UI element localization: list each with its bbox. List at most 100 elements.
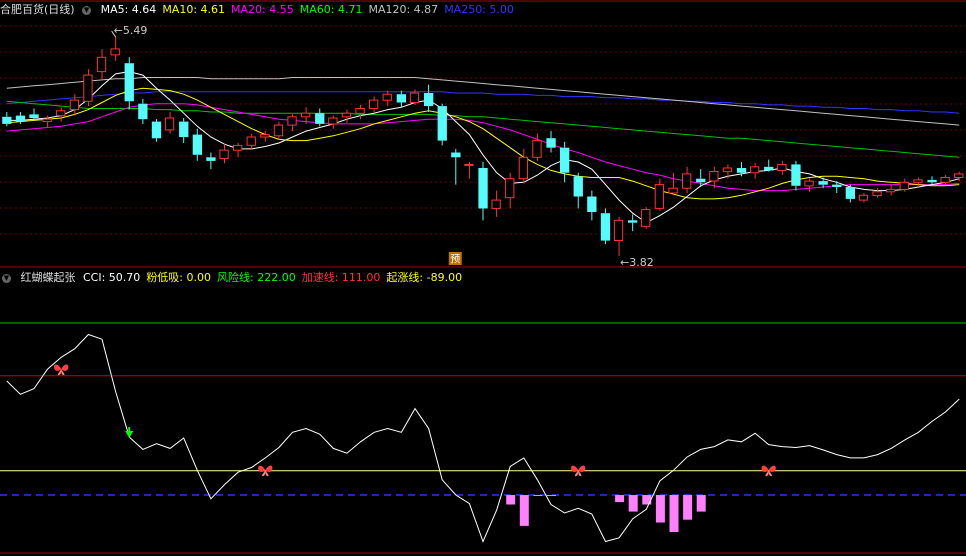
candle-down — [124, 57, 134, 110]
candle-down — [600, 208, 611, 245]
candle-up — [328, 115, 338, 129]
forecast-badge-label: 预 — [450, 254, 460, 266]
main_panel-label: MA20: 4.55 — [231, 3, 294, 16]
candle-up — [613, 216, 624, 257]
pink-bar — [519, 495, 529, 526]
candle-up — [668, 172, 678, 196]
candle-body — [587, 196, 597, 212]
candle-body — [110, 48, 120, 56]
chevron-down-icon[interactable]: ▼ — [2, 273, 11, 283]
signal-markers — [54, 364, 776, 477]
candle-up — [777, 160, 787, 176]
candle-up — [722, 164, 733, 179]
main-grid — [0, 0, 966, 268]
candle-body — [328, 117, 338, 125]
candle-down — [451, 148, 461, 185]
candle-up — [96, 48, 107, 80]
candle-body — [478, 168, 488, 209]
candle-body — [96, 56, 107, 73]
candle-down — [396, 90, 406, 108]
candle-up — [164, 112, 175, 134]
candle-body — [532, 140, 542, 158]
candle-down — [845, 184, 855, 203]
candle-body — [56, 110, 66, 117]
down-arrow-icon — [125, 431, 134, 439]
indicator-title[interactable]: 红蝴蝶起张 — [21, 271, 76, 284]
ma120-line — [6, 77, 960, 126]
pink-bar — [628, 495, 638, 512]
cci-polyline — [6, 333, 960, 543]
candle-up — [355, 104, 365, 120]
candle-up — [886, 184, 896, 196]
chevron-down-icon[interactable]: ▼ — [82, 5, 92, 15]
candle-up — [858, 192, 869, 203]
candle-up — [804, 178, 814, 192]
candle-body — [369, 99, 379, 109]
candle-body — [15, 115, 26, 122]
candle-body — [940, 177, 950, 183]
candle-body — [2, 116, 12, 124]
butterfly-wing-left — [258, 465, 266, 473]
candle-body — [124, 63, 134, 102]
candle-body — [560, 147, 570, 173]
candle-up — [369, 96, 379, 114]
candle-down — [573, 172, 583, 209]
candle-down — [138, 98, 148, 124]
pink-bar — [696, 495, 706, 512]
candle-down — [151, 119, 162, 142]
candle-body — [804, 180, 814, 187]
candle-body — [83, 74, 93, 102]
candle-body — [151, 121, 162, 139]
sub_panel-label: CCI: 50.70 — [83, 271, 141, 284]
candle-body — [750, 166, 760, 174]
candle-down — [628, 214, 638, 232]
candle-body — [437, 106, 447, 141]
candle-body — [573, 176, 583, 197]
candle-body — [872, 191, 882, 196]
sub-panel-header: ▼ 红蝴蝶起张 CCI: 50.70 粉低吸: 0.00 风险线: 222.00 加速… — [0, 270, 474, 286]
sub-grid — [0, 322, 966, 554]
candle-down — [832, 181, 842, 193]
candle-down — [587, 190, 597, 221]
candle-body — [138, 103, 148, 120]
candle-body — [886, 188, 896, 193]
candle-up — [491, 190, 501, 217]
candle-up — [273, 121, 284, 140]
candle-down — [764, 159, 774, 172]
candle-body — [654, 184, 665, 209]
stock-title[interactable]: 合肥百货(日线) — [0, 3, 75, 16]
candle-body — [396, 94, 406, 103]
ma250-line — [6, 91, 960, 114]
cci-indicator-labels: CCI: 50.70 粉低吸: 0.00 风险线: 222.00 加速线: 111.0… — [83, 271, 468, 284]
pink-bar — [669, 495, 679, 532]
candle-body — [341, 112, 352, 118]
candle-up — [56, 107, 66, 122]
candle-up — [219, 144, 229, 164]
sub_panel-label: 加速线: 111.00 — [301, 271, 381, 284]
main_panel-label: MA60: 4.71 — [299, 3, 363, 16]
candle-body — [301, 112, 311, 118]
candle-body — [29, 114, 39, 118]
candle-down — [791, 160, 801, 191]
main_panel-label: MA250: 5.00 — [444, 3, 514, 16]
butterfly-icon — [54, 364, 69, 376]
candle-body — [913, 179, 923, 183]
candle-body — [505, 178, 515, 199]
candle-body — [273, 124, 284, 137]
butterfly-wing-right — [768, 465, 776, 473]
ma-indicator-labels: MA5: 4.64 MA10: 4.61 MA20: 4.55 MA60: 4.71 M… — [101, 3, 520, 16]
candle-body — [451, 152, 461, 158]
candle-body — [927, 179, 937, 183]
sub_panel-label: 粉低吸: 0.00 — [146, 271, 212, 284]
candle-down — [2, 112, 12, 127]
candle-body — [613, 219, 624, 242]
candle-down — [478, 162, 488, 221]
candlestick-series — [2, 37, 964, 257]
candle-down — [927, 176, 937, 185]
candle-body — [233, 144, 243, 151]
candle-up — [641, 207, 651, 229]
candle-body — [355, 108, 365, 114]
candle-body — [736, 168, 747, 173]
cci-line — [6, 333, 960, 543]
candle-body — [246, 136, 256, 146]
